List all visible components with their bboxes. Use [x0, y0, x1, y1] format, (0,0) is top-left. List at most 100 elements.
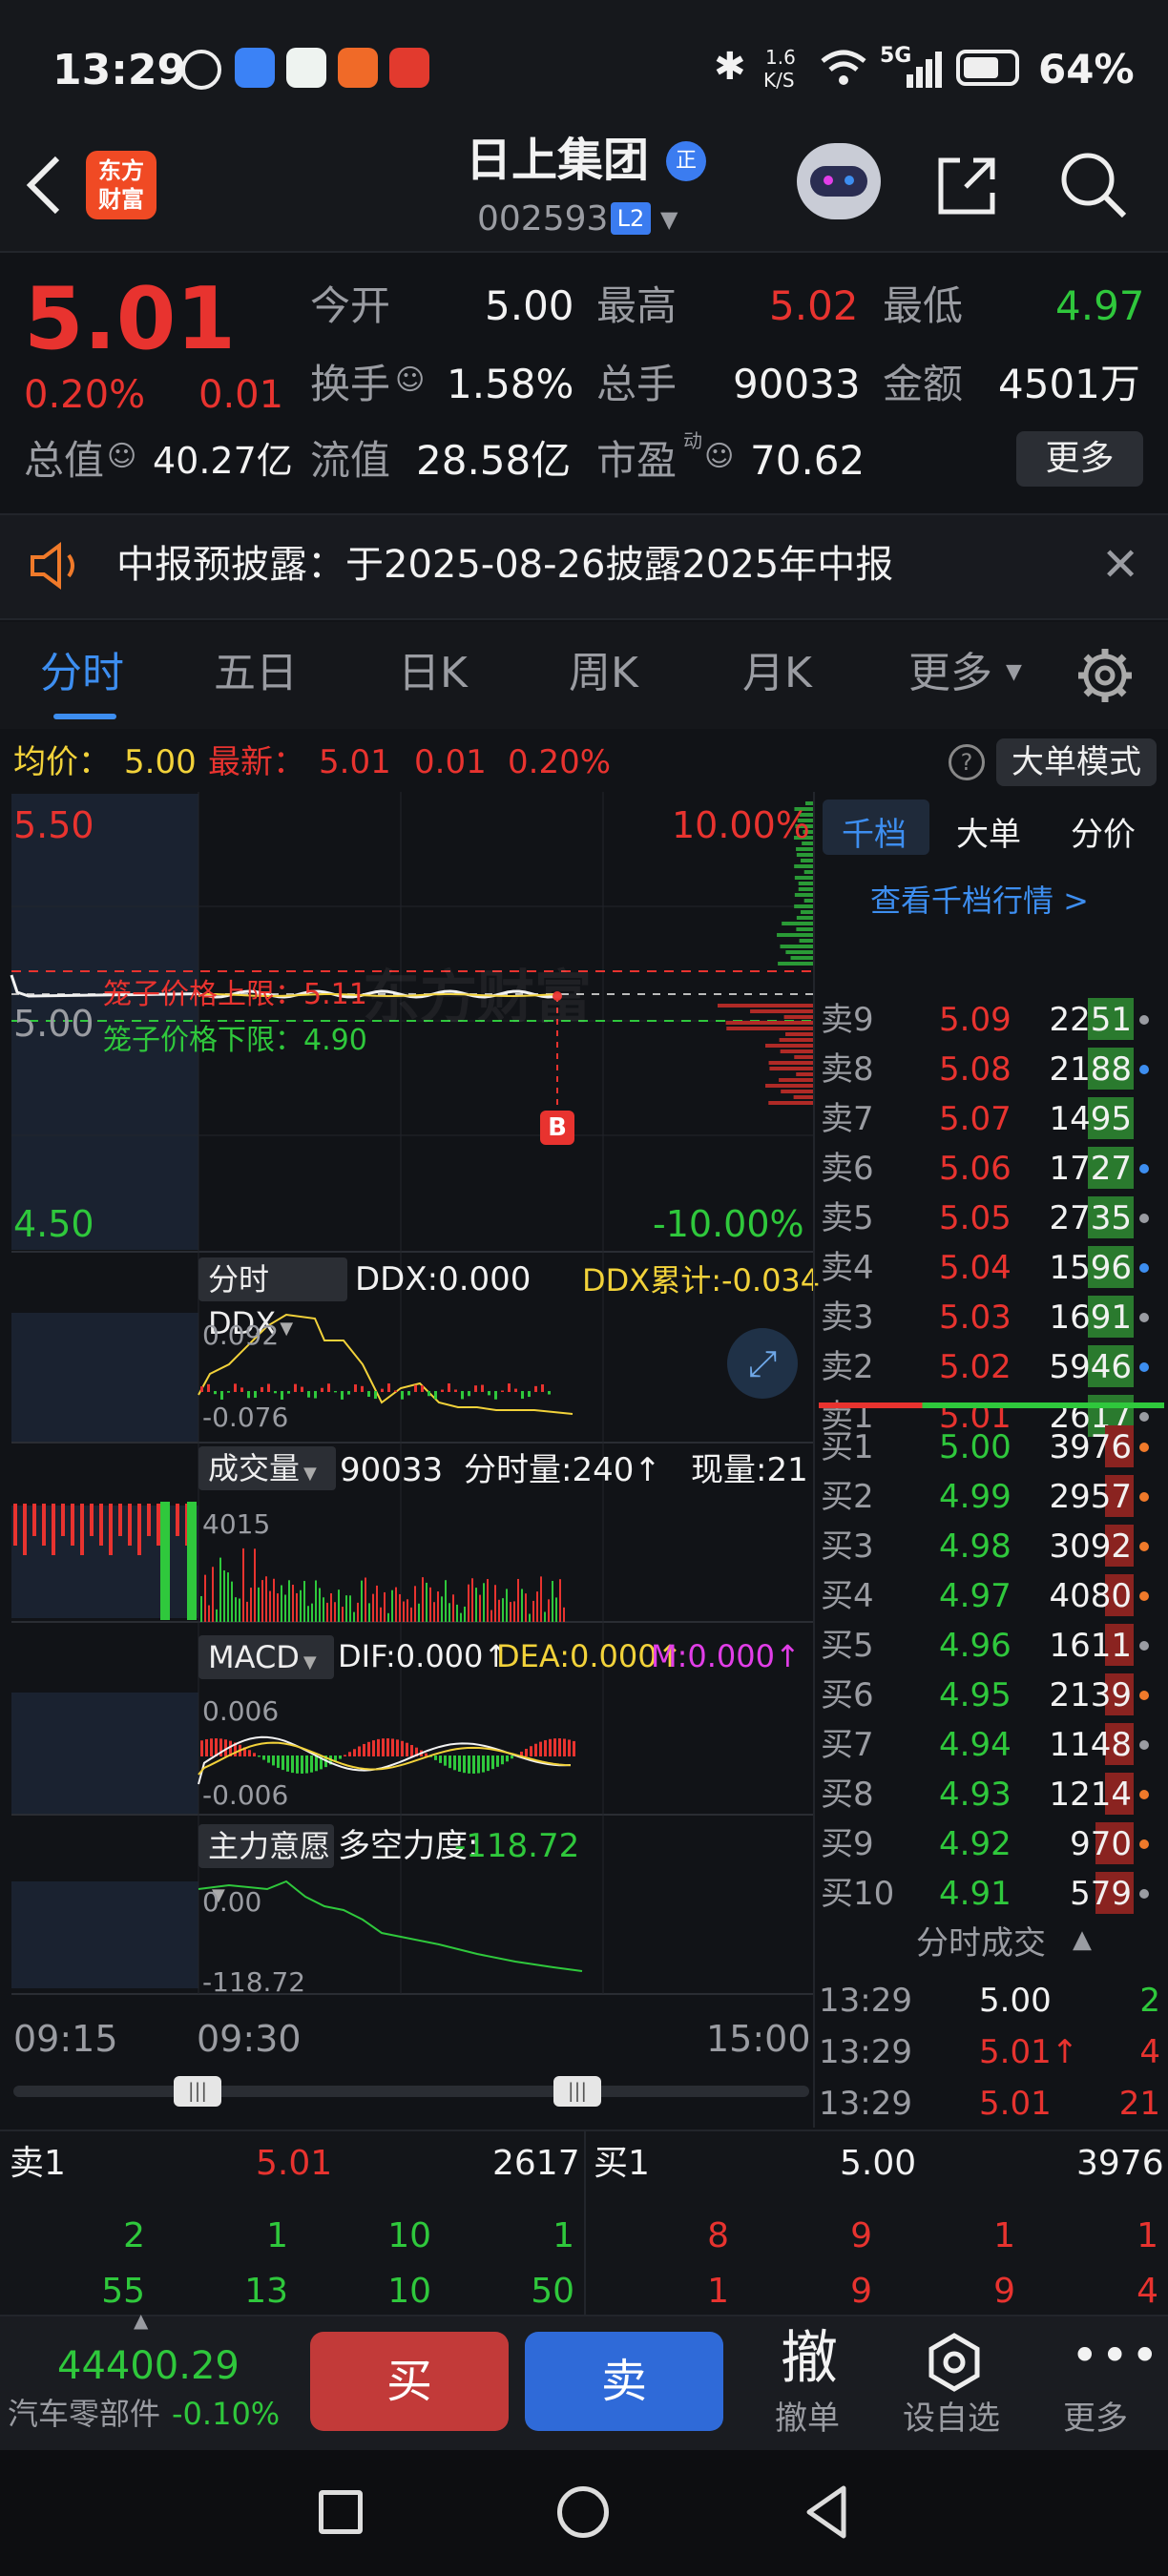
book-level-volume[interactable]: 2188 [1049, 1053, 1132, 1086]
book-level-volume[interactable]: 579 [1070, 1878, 1132, 1910]
ddx-dropdown-icon: ▼ [280, 1319, 294, 1339]
book-dot [1139, 1443, 1149, 1452]
volume-bar [160, 1502, 170, 1620]
robot-assistant-icon[interactable] [797, 143, 881, 219]
close-notice-icon[interactable]: ✕ [1101, 542, 1139, 588]
book-level-volume[interactable]: 4080 [1049, 1580, 1132, 1612]
back-arrow-icon[interactable] [21, 155, 69, 216]
notice-text[interactable]: 中报预披露：于2025-08-26披露2025年中报 [116, 546, 893, 584]
pe-info-icon[interactable]: ☺ [704, 443, 734, 471]
help-icon[interactable]: ? [949, 744, 985, 780]
queue-order-size: 9 [850, 2216, 872, 2255]
depth-bar [799, 939, 813, 943]
sell-button[interactable]: 卖 [525, 2332, 723, 2431]
volume-bar [506, 1589, 508, 1622]
search-icon[interactable] [1057, 149, 1130, 221]
volume-bar [292, 1585, 294, 1622]
buy-marker[interactable]: B [540, 1111, 574, 1145]
tab-day-k[interactable]: 日K [398, 653, 468, 695]
book-level-volume[interactable]: 1611 [1049, 1630, 1132, 1662]
ddx-bar [227, 1391, 230, 1393]
main-force-indicator-select[interactable]: 主力意愿▼ [198, 1824, 334, 1905]
stock-code: 002593 [477, 199, 609, 239]
ddx-bar [387, 1383, 390, 1392]
slider-right-handle[interactable]: ||| [553, 2076, 601, 2107]
book-level-volume[interactable]: 3092 [1049, 1530, 1132, 1563]
book-level-volume[interactable]: 2251 [1049, 1004, 1132, 1036]
book-level-volume[interactable]: 1495 [1049, 1103, 1132, 1135]
ddx-bar [407, 1391, 410, 1396]
back-nav-icon[interactable] [803, 2484, 849, 2540]
ticks-collapse-icon[interactable]: ▲ [1073, 1927, 1092, 1952]
book-level-volume[interactable]: 2139 [1049, 1679, 1132, 1712]
ddx-indicator-select[interactable]: 分时DDX ▼ [198, 1257, 347, 1341]
depth-bar [796, 853, 813, 857]
tab-month-k[interactable]: 月K [742, 653, 812, 695]
more-toolbar-label[interactable]: 更多 [1063, 2402, 1128, 2435]
add-watchlist-label[interactable]: 设自选 [903, 2402, 1000, 2435]
macd-histogram-bar [296, 1755, 299, 1774]
more-quote-button[interactable]: 更多 [1016, 431, 1143, 487]
ddx-bar [474, 1385, 477, 1392]
depth-bar [718, 1004, 813, 1008]
book-level-volume[interactable]: 5946 [1049, 1351, 1132, 1383]
tab-more[interactable]: 更多 [908, 653, 992, 695]
cancel-order-label[interactable]: 撤单 [775, 2402, 840, 2435]
code-dropdown-icon[interactable]: ▼ [660, 208, 678, 231]
stock-name[interactable]: 日上集团 [466, 137, 649, 183]
cancel-order-icon[interactable]: 撤 [781, 2330, 838, 2387]
expand-icon[interactable]: ⤢ [727, 1328, 798, 1399]
add-watchlist-icon[interactable] [924, 2332, 985, 2393]
share-icon[interactable] [933, 153, 1000, 219]
turnover-info-icon[interactable]: ☺ [395, 366, 425, 395]
tab-five-day[interactable]: 五日 [214, 653, 298, 695]
book-level-volume[interactable]: 1596 [1049, 1252, 1132, 1284]
book-level-volume[interactable]: 3976 [1049, 1431, 1132, 1464]
book-level-volume[interactable]: 1148 [1049, 1729, 1132, 1761]
level2-badge[interactable]: L2 [611, 202, 651, 235]
recent-apps-icon[interactable] [319, 2490, 363, 2534]
volume-bar [540, 1576, 542, 1622]
sector-index[interactable]: 44400.29 [57, 2347, 240, 2385]
y-axis-high: 5.50 [13, 804, 94, 846]
macd-histogram-bar [453, 1755, 456, 1771]
book-level-price: 5.08 [939, 1050, 1012, 1089]
home-icon[interactable] [557, 2486, 609, 2538]
macd-histogram-bar [386, 1738, 389, 1756]
macd-histogram-bar [501, 1755, 504, 1765]
sector-name[interactable]: 汽车零部件 [8, 2399, 160, 2429]
depth-bar [803, 870, 813, 874]
order-tab-price[interactable]: 分价 [1071, 819, 1136, 851]
volume-bar [227, 1572, 229, 1622]
tab-week-k[interactable]: 周K [569, 653, 638, 695]
tab-intraday[interactable]: 分时 [40, 653, 124, 695]
slider-left-handle[interactable]: ||| [174, 2076, 221, 2107]
time-range-slider[interactable] [13, 2086, 809, 2097]
book-level-volume[interactable]: 1727 [1049, 1153, 1132, 1185]
book-level-volume[interactable]: 2957 [1049, 1481, 1132, 1513]
volume-dropdown-icon: ▼ [303, 1464, 317, 1484]
change-amount: 0.01 [198, 373, 284, 417]
book-dot [1139, 1065, 1149, 1074]
book-level-volume[interactable]: 1691 [1049, 1301, 1132, 1334]
more-dots-icon[interactable]: ••• [1071, 2332, 1160, 2379]
book-level-label: 卖2 [821, 1348, 874, 1386]
book-level-volume[interactable]: 1214 [1049, 1778, 1132, 1811]
macd-indicator-select[interactable]: MACD ▼ [198, 1635, 334, 1679]
book-level-volume[interactable]: 970 [1070, 1828, 1132, 1860]
depth-link[interactable]: 查看千档行情 > [870, 885, 1089, 916]
mktcap-info-icon[interactable]: ☺ [107, 443, 136, 471]
book-level-volume[interactable]: 2735 [1049, 1202, 1132, 1235]
ticks-title[interactable]: 分时成交 [916, 1927, 1046, 1960]
buy-button[interactable]: 买 [310, 2332, 509, 2431]
order-tab-big[interactable]: 大单 [956, 819, 1021, 851]
ddx-bar [367, 1391, 370, 1398]
big-order-mode-button[interactable]: 大单模式 [996, 738, 1157, 786]
book-dot [1139, 1214, 1149, 1223]
ddx-bar [374, 1391, 377, 1400]
book-dot [1139, 1164, 1149, 1174]
settings-gear-icon[interactable] [1074, 645, 1136, 706]
ddx-bar [521, 1391, 524, 1400]
macd-histogram-bar [367, 1741, 370, 1756]
volume-indicator-select[interactable]: 成交量 ▼ [198, 1446, 336, 1490]
